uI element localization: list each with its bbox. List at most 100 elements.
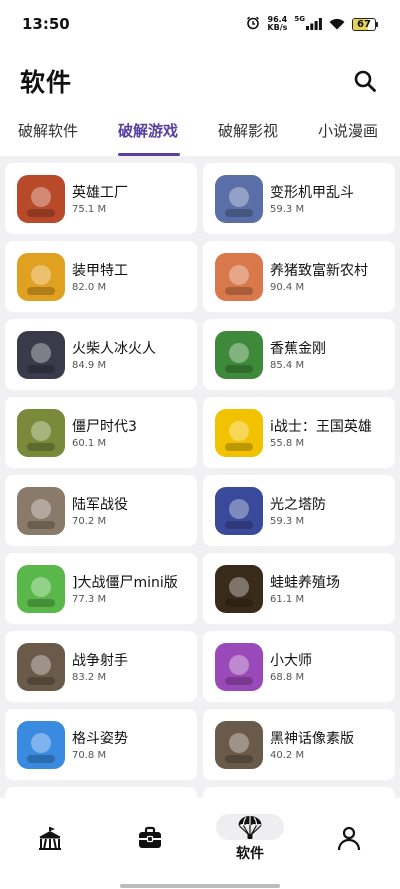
network-type: 5G	[294, 15, 305, 23]
zombie-age-icon	[17, 408, 65, 457]
tab-label: 破解影视	[218, 122, 279, 140]
army-campaign-icon	[17, 486, 65, 535]
mecha-battle-icon	[215, 174, 263, 223]
app-info: 僵尸时代3 60.1 M	[72, 416, 137, 449]
hero-factory-icon	[17, 174, 65, 223]
header: 软件	[0, 58, 400, 104]
stickman-fire-ice-icon	[17, 330, 65, 379]
app-card[interactable]: ]大战僵尸mini版 77.3 M	[5, 553, 197, 624]
app-size: 70.2 M	[72, 516, 107, 527]
app-card[interactable]: 装甲特工 82.0 M	[5, 241, 197, 312]
person-icon	[337, 826, 361, 851]
tab-label: 破解游戏	[118, 122, 179, 140]
app-card[interactable]: 英雄工厂 75.1 M	[5, 163, 197, 234]
app-card[interactable]: i战士：王国英雄 55.8 M	[203, 397, 395, 468]
tab-cracked-software[interactable]: 破解软件	[18, 120, 118, 156]
frog-farm-icon	[215, 564, 263, 613]
app-size: 85.4 M	[270, 360, 305, 371]
app-size: 82.0 M	[72, 282, 107, 293]
nav-item-tools[interactable]	[115, 816, 185, 860]
app-card[interactable]: 陆军战役 70.2 M	[5, 475, 197, 546]
app-name: 装甲特工	[72, 263, 128, 279]
light-tower-icon	[215, 486, 263, 535]
tab-label: 小说漫画	[318, 122, 379, 140]
app-info: 香蕉金刚 85.4 M	[270, 338, 326, 371]
app-card[interactable]: 小大师 68.8 M	[203, 631, 395, 702]
app-size: 83.2 M	[72, 672, 107, 683]
app-name: 战争射手	[72, 653, 128, 669]
app-card[interactable]: 养猪致富新农村 90.4 M	[203, 241, 395, 312]
app-name: 养猪致富新农村	[270, 263, 368, 279]
app-info: 火柴人冰火人 84.9 M	[72, 338, 156, 371]
app-name: 蛙蛙养殖场	[270, 575, 340, 591]
app-card[interactable]: 战争射手 83.2 M	[5, 631, 197, 702]
app-info: 陆军战役 70.2 M	[72, 494, 128, 527]
armored-agent-icon	[17, 252, 65, 301]
app-name: 黑神话像素版	[270, 731, 354, 747]
tab-cracked-movies[interactable]: 破解影视	[218, 120, 318, 156]
net-speed-unit: KB/s	[267, 23, 288, 32]
signal-icon	[306, 15, 322, 34]
app-size: 40.2 M	[270, 750, 305, 761]
app-name: 小大师	[270, 653, 312, 669]
app-card[interactable]: 火柴人冰火人 84.9 M	[5, 319, 197, 390]
tab-cracked-games[interactable]: 破解游戏	[118, 120, 180, 156]
banana-kong-icon	[215, 330, 263, 379]
app-name: 火柴人冰火人	[72, 341, 156, 357]
app-card[interactable]: 僵尸时代3 60.1 M	[5, 397, 197, 468]
app-name: 变形机甲乱斗	[270, 185, 354, 201]
app-info: 养猪致富新农村 90.4 M	[270, 260, 368, 293]
page-title: 软件	[20, 68, 73, 97]
app-card[interactable]: 香蕉金刚 85.4 M	[203, 319, 395, 390]
alarm-icon	[246, 15, 260, 34]
status-icons: 96.4 KB/s 5G 67	[246, 15, 378, 34]
app-size: 60.1 M	[72, 438, 107, 449]
app-grid: 英雄工厂 75.1 M 变形机甲乱斗 59.3 M 装甲特工 82.0 M 养猪致富新农村 9…	[5, 163, 395, 798]
parachute-icon	[238, 815, 262, 839]
app-card[interactable]: 变形机甲乱斗 59.3 M	[203, 163, 395, 234]
app-size: 55.8 M	[270, 438, 305, 449]
app-list[interactable]: 英雄工厂 75.1 M 变形机甲乱斗 59.3 M 装甲特工 82.0 M 养猪致富新农村 9…	[0, 156, 400, 798]
search-icon	[354, 70, 376, 92]
nav-label-software: 软件	[236, 845, 264, 862]
status-time: 13:50	[22, 15, 70, 33]
app-name: 陆军战役	[72, 497, 128, 513]
app-name: 格斗姿势	[72, 731, 128, 747]
nav-item-software[interactable]: 软件	[215, 813, 285, 862]
circus-tent-icon	[39, 827, 61, 850]
app-info: 光之塔防 59.3 M	[270, 494, 326, 527]
app-card[interactable]: 光之塔防 59.3 M	[203, 475, 395, 546]
search-button[interactable]	[350, 66, 380, 96]
app-size: 77.3 M	[72, 594, 107, 605]
app-card[interactable]: 蛙蛙养殖场 61.1 M	[203, 553, 395, 624]
app-card[interactable]	[203, 787, 395, 798]
tab-label: 破解软件	[18, 122, 79, 140]
app-size: 61.1 M	[270, 594, 305, 605]
app-size: 84.9 M	[72, 360, 107, 371]
app-card[interactable]: 格斗姿势 70.8 M	[5, 709, 197, 780]
app-info: 格斗姿势 70.8 M	[72, 728, 128, 761]
nav-item-home[interactable]	[15, 816, 85, 860]
plants-zombies-icon	[17, 564, 65, 613]
app-card[interactable]: 黑神话像素版 40.2 M	[203, 709, 395, 780]
app-card[interactable]	[5, 787, 197, 798]
app-size: 68.8 M	[270, 672, 305, 683]
app-name: i战士：王国英雄	[270, 419, 372, 435]
net-speed: 96.4 KB/s	[267, 16, 287, 32]
app-size: 70.8 M	[72, 750, 107, 761]
home-indicator	[120, 884, 280, 888]
app-size: 59.3 M	[270, 204, 305, 215]
app-info: ]大战僵尸mini版 77.3 M	[72, 572, 178, 605]
war-shooter-icon	[17, 642, 65, 691]
app-info: 蛙蛙养殖场 61.1 M	[270, 572, 340, 605]
nav-item-profile[interactable]	[314, 816, 384, 860]
pig-farm-icon	[215, 252, 263, 301]
tab-novels-comics[interactable]: 小说漫画	[318, 120, 398, 156]
app-info: 战争射手 83.2 M	[72, 650, 128, 683]
little-master-icon	[215, 642, 263, 691]
app-size: 75.1 M	[72, 204, 107, 215]
app-name: ]大战僵尸mini版	[72, 575, 178, 591]
app-info: 小大师 68.8 M	[270, 650, 312, 683]
app-info: 英雄工厂 75.1 M	[72, 182, 128, 215]
black-myth-pixel-icon	[215, 720, 263, 769]
